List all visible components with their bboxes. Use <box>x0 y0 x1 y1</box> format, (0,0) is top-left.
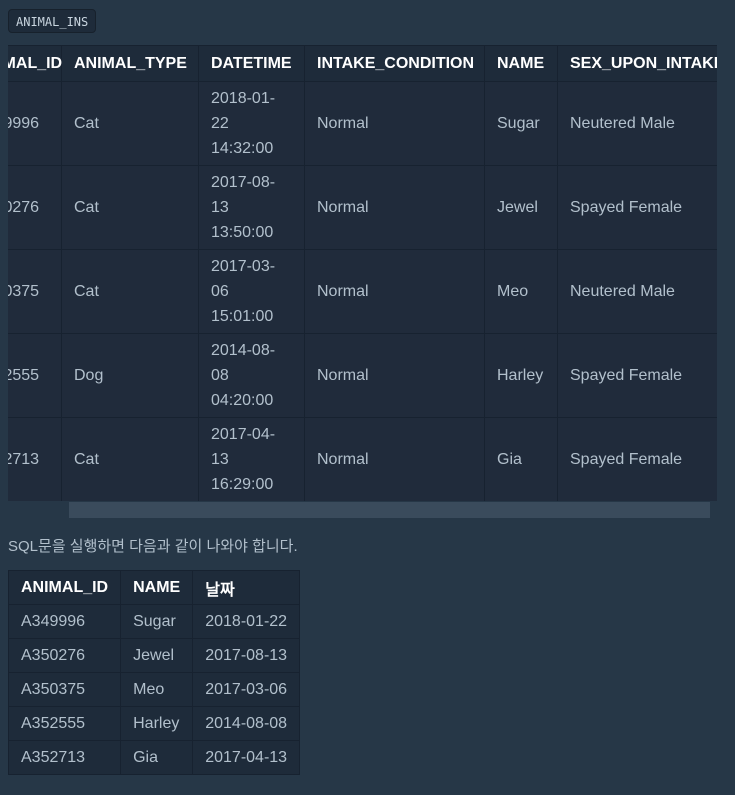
cell-animal-type: Cat <box>61 417 199 501</box>
cell-intake-condition: Normal <box>304 81 485 166</box>
cell-animal-id: A350375 <box>7 672 122 707</box>
table-row: A352713Cat 2017-04- 13 16:29:00 NormalGiaSpa… <box>8 417 717 501</box>
datetime-part: 04:20:00 <box>211 392 274 409</box>
cell-animal-id: A352555 <box>8 333 62 418</box>
table-row: A349996 Sugar 2018-01-22 <box>7 604 301 639</box>
datetime-part: 13 <box>211 451 229 468</box>
cell-animal-type: Cat <box>61 81 199 166</box>
cell-sex-upon-intake: Neutered Male <box>557 249 717 334</box>
scrollbar-thumb[interactable] <box>69 502 710 518</box>
cell-name: Harley <box>484 333 558 418</box>
datetime-part: 08 <box>211 367 229 384</box>
datetime-part: 13:50:00 <box>211 224 274 241</box>
column-header: ANIMAL_ID <box>7 570 122 605</box>
datetime-part: 2017-08- <box>211 174 276 191</box>
column-header: ANIMAL_TYPE <box>61 45 199 82</box>
column-header: NAME <box>120 570 194 605</box>
datetime-part: 14:32:00 <box>211 140 274 157</box>
cell-sex-upon-intake: Spayed Female <box>557 165 717 250</box>
column-header: DATETIME <box>198 45 305 82</box>
column-header: ANIMAL_ID <box>8 45 62 82</box>
table-row: A349996Cat 2018-01- 22 14:32:00 NormalSugarN… <box>8 81 717 166</box>
cell-animal-id: A352713 <box>7 740 122 775</box>
table-name-tag: ANIMAL_INS <box>8 9 97 33</box>
datetime-part: 16:29:00 <box>211 476 274 493</box>
cell-animal-id: A349996 <box>7 604 122 639</box>
cell-animal-type: Dog <box>61 333 199 418</box>
cell-animal-id: A350276 <box>7 638 122 673</box>
cell-intake-condition: Normal <box>304 333 485 418</box>
cell-animal-type: Cat <box>61 165 199 250</box>
cell-name: Jewel <box>484 165 558 250</box>
cell-intake-condition: Normal <box>304 249 485 334</box>
horizontal-scrollbar[interactable] <box>8 501 717 518</box>
datetime-part: 06 <box>211 283 229 300</box>
cell-animal-type: Cat <box>61 249 199 334</box>
column-header: NAME <box>484 45 558 82</box>
datetime-part: 2014-08- <box>211 342 276 359</box>
cell-date: 2017-03-06 <box>192 672 301 707</box>
table-row: A352555Dog 2014-08- 08 04:20:00 NormalHarley… <box>8 333 717 418</box>
cell-intake-condition: Normal <box>304 165 485 250</box>
column-header: INTAKE_CONDITION <box>304 45 485 82</box>
cell-sex-upon-intake: Spayed Female <box>557 333 717 418</box>
table-header-row: ANIMAL_ID ANIMAL_TYPE DATETIME INTAKE_CO… <box>8 45 717 82</box>
datetime-part: 15:01:00 <box>211 308 274 325</box>
cell-date: 2014-08-08 <box>192 706 301 741</box>
cell-date: 2017-04-13 <box>192 740 301 775</box>
cell-name: Sugar <box>484 81 558 166</box>
cell-name: Gia <box>120 740 194 775</box>
column-header: SEX_UPON_INTAKE <box>557 45 717 82</box>
cell-sex-upon-intake: Neutered Male <box>557 81 717 166</box>
cell-datetime: 2017-08- 13 13:50:00 <box>198 165 305 250</box>
cell-intake-condition: Normal <box>304 417 485 501</box>
cell-datetime: 2017-03- 06 15:01:00 <box>198 249 305 334</box>
cell-animal-id: A349996 <box>8 81 62 166</box>
datetime-part: 2018-01- <box>211 90 276 107</box>
datetime-part: 2017-04- <box>211 426 276 443</box>
cell-animal-id: A350375 <box>8 249 62 334</box>
cell-animal-id: A352555 <box>7 706 122 741</box>
table-row: A352713 Gia 2017-04-13 <box>7 740 301 775</box>
table-row: A350375 Meo 2017-03-06 <box>7 672 301 707</box>
cell-name: Meo <box>120 672 194 707</box>
datetime-part: 2017-03- <box>211 258 276 275</box>
table-row: A350276Cat 2017-08- 13 13:50:00 NormalJewelS… <box>8 165 717 250</box>
cell-datetime: 2017-04- 13 16:29:00 <box>198 417 305 501</box>
cell-name: Sugar <box>120 604 194 639</box>
cell-name: Meo <box>484 249 558 334</box>
animal-ins-table-container[interactable]: ANIMAL_ID ANIMAL_TYPE DATETIME INTAKE_CO… <box>8 45 717 501</box>
cell-date: 2017-08-13 <box>192 638 301 673</box>
datetime-part: 22 <box>211 115 229 132</box>
table-row: A350375Cat 2017-03- 06 15:01:00 NormalMeoNeu… <box>8 249 717 334</box>
cell-datetime: 2014-08- 08 04:20:00 <box>198 333 305 418</box>
datetime-part: 13 <box>211 199 229 216</box>
table-row: A350276 Jewel 2017-08-13 <box>7 638 301 673</box>
cell-name: Gia <box>484 417 558 501</box>
animal-ins-table: ANIMAL_ID ANIMAL_TYPE DATETIME INTAKE_CO… <box>8 45 717 501</box>
cell-animal-id: A352713 <box>8 417 62 501</box>
cell-name: Jewel <box>120 638 194 673</box>
result-table: ANIMAL_ID NAME 날짜 A349996 Sugar 2018-01-22… <box>7 570 301 775</box>
result-description: SQL문을 실행하면 다음과 같이 나와야 합니다. <box>8 538 298 555</box>
table-header-row: ANIMAL_ID NAME 날짜 <box>7 570 301 605</box>
cell-datetime: 2018-01- 22 14:32:00 <box>198 81 305 166</box>
cell-animal-id: A350276 <box>8 165 62 250</box>
column-header: 날짜 <box>192 570 301 605</box>
cell-date: 2018-01-22 <box>192 604 301 639</box>
table-row: A352555 Harley 2014-08-08 <box>7 706 301 741</box>
cell-name: Harley <box>120 706 194 741</box>
cell-sex-upon-intake: Spayed Female <box>557 417 717 501</box>
